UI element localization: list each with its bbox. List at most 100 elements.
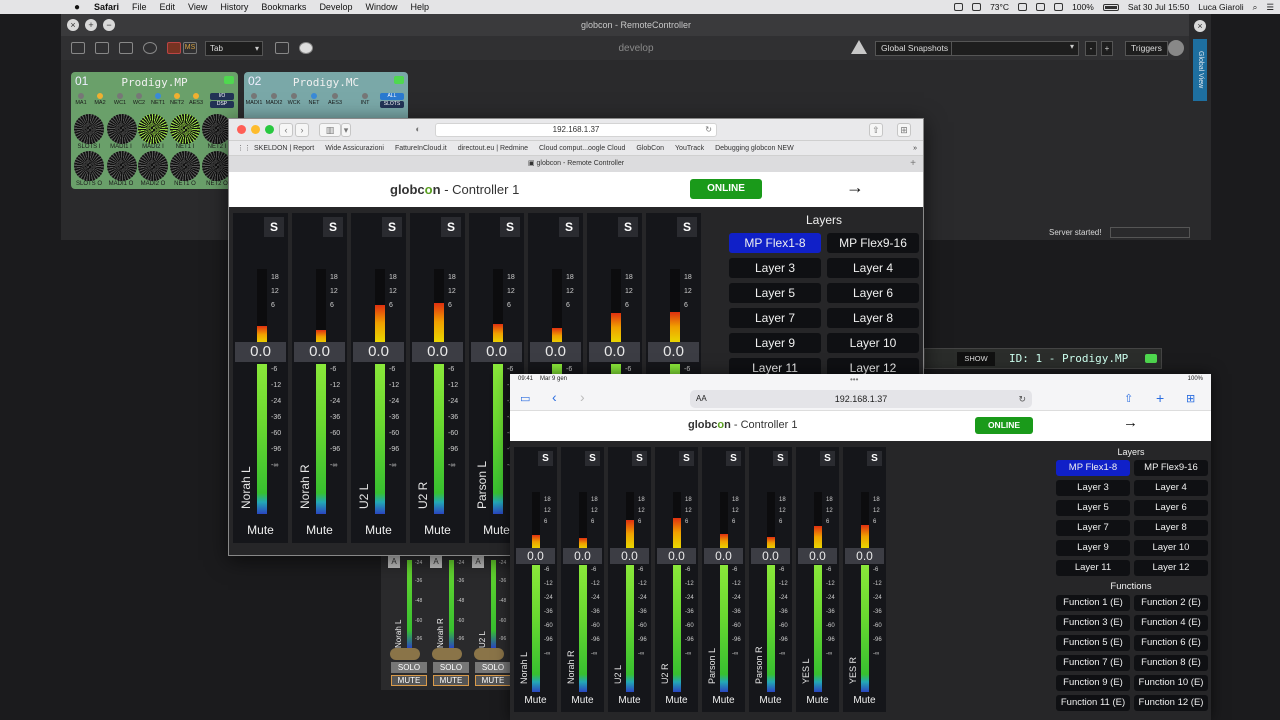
more-bookmarks-icon[interactable]: » (913, 145, 917, 152)
monitor-icon[interactable] (71, 42, 85, 54)
solo-button[interactable]: S (677, 217, 697, 237)
record-icon[interactable] (167, 42, 181, 54)
fader-value[interactable]: 0.0 (471, 342, 522, 362)
fader-level[interactable] (257, 364, 267, 514)
function-button[interactable]: Function 4 (E) (1134, 615, 1208, 631)
layer-button[interactable]: Layer 3 (729, 258, 821, 278)
fader-level[interactable] (861, 565, 869, 692)
function-button[interactable]: Function 2 (E) (1134, 595, 1208, 611)
next-arrow-icon[interactable]: → (846, 177, 864, 198)
layer-button[interactable]: Layer 4 (1134, 480, 1208, 496)
show-button[interactable]: SHOW (957, 352, 995, 366)
tab-select[interactable]: Tab (205, 40, 263, 56)
solo-button[interactable]: SOLO (475, 662, 511, 673)
apple-menu-icon[interactable]: ● (70, 2, 84, 13)
function-button[interactable]: Function 11 (E) (1056, 695, 1130, 711)
solo-button[interactable]: SOLO (391, 662, 427, 673)
solo-button[interactable]: S (585, 451, 600, 466)
bookmark-item[interactable]: Cloud comput...oogle Cloud (539, 145, 625, 152)
share-icon[interactable]: ⇧ (869, 123, 883, 137)
fader-value[interactable]: 0.0 (798, 548, 837, 564)
fader-level[interactable] (316, 364, 326, 514)
layer-button[interactable]: Layer 4 (827, 258, 919, 278)
pan-knob[interactable] (390, 648, 420, 660)
function-button[interactable]: Function 10 (E) (1134, 675, 1208, 691)
solo-button[interactable]: S (441, 217, 461, 237)
bookmark-item[interactable]: GlobCon (636, 145, 664, 152)
fader-level[interactable] (720, 565, 728, 692)
global-view-tab[interactable]: Global View (1193, 39, 1207, 101)
new-tab-icon[interactable]: + (1156, 390, 1164, 406)
fader-value[interactable]: 0.0 (845, 548, 884, 564)
mute-button[interactable]: Mute (608, 695, 651, 706)
layer-button[interactable]: Layer 6 (1134, 500, 1208, 516)
fader-value[interactable]: 0.0 (704, 548, 743, 564)
fader-level[interactable] (493, 364, 503, 514)
multitasking-dots-icon[interactable]: ••• (850, 375, 858, 384)
zoom-window-icon[interactable] (265, 125, 274, 134)
solo-button[interactable]: S (559, 217, 579, 237)
global-snapshots-select[interactable] (951, 41, 1079, 56)
bookmark-item[interactable]: Wide Assicurazioni (325, 145, 384, 152)
fader-level[interactable] (673, 565, 681, 692)
battery-percent[interactable]: 100% (1072, 2, 1094, 12)
bookmark-item[interactable]: SKELDON | Report (254, 145, 314, 152)
io-badge[interactable]: I/O (210, 93, 234, 100)
privacy-shield-icon[interactable]: ◐ (411, 123, 425, 137)
fader-value[interactable]: 0.0 (589, 342, 640, 362)
menu-bookmarks[interactable]: Bookmarks (261, 2, 306, 12)
auto-button[interactable]: A (388, 556, 400, 568)
reader-icon[interactable]: AA (696, 390, 707, 408)
layer-button[interactable]: Layer 9 (729, 333, 821, 353)
back-icon[interactable]: ‹ (552, 389, 557, 405)
mute-button[interactable]: Mute (410, 523, 465, 537)
solo-button[interactable]: S (867, 451, 882, 466)
mute-button[interactable]: Mute (514, 695, 557, 706)
tabs-overview-icon[interactable]: ⊞ (1186, 392, 1195, 405)
fader-value[interactable]: 0.0 (657, 548, 696, 564)
fader-level[interactable] (626, 565, 634, 692)
fader-value[interactable]: 0.0 (294, 342, 345, 362)
fader-value[interactable]: 0.0 (412, 342, 463, 362)
back-icon[interactable]: ‹ (279, 123, 293, 137)
fader-value[interactable]: 0.0 (530, 342, 581, 362)
layer-button[interactable]: Layer 10 (1134, 540, 1208, 556)
layer-button[interactable]: MP Flex1-8 (1056, 460, 1130, 476)
layer-button[interactable]: Layer 5 (1056, 500, 1130, 516)
solo-button[interactable]: S (323, 217, 343, 237)
safari-tab[interactable]: ▣ globcon - Remote Controller + (229, 156, 923, 172)
layer-button[interactable]: Layer 8 (827, 308, 919, 328)
slots-badge[interactable]: SLOTS (380, 101, 404, 108)
fader-value[interactable]: 0.0 (353, 342, 404, 362)
solo-button[interactable]: S (382, 217, 402, 237)
fader-value[interactable]: 0.0 (516, 548, 555, 564)
ms-icon[interactable]: MS (183, 42, 197, 54)
mute-button[interactable]: Mute (561, 695, 604, 706)
control-center-icon[interactable]: ☰ (1266, 2, 1274, 13)
menu-edit[interactable]: Edit (160, 2, 176, 12)
fader-level[interactable] (434, 364, 444, 514)
wifi-icon[interactable] (1054, 3, 1064, 11)
fader-value[interactable]: 0.0 (563, 548, 602, 564)
solo-button[interactable]: S (264, 217, 284, 237)
bookmarks-grid-icon[interactable]: ⋮⋮ (237, 144, 251, 152)
triggers-button[interactable]: Triggers (1125, 41, 1168, 56)
solo-button[interactable]: S (820, 451, 835, 466)
menu-app-name[interactable]: Safari (94, 2, 119, 12)
mute-button[interactable]: MUTE (391, 675, 427, 686)
all-badge[interactable]: ALL (380, 93, 404, 100)
sidebar-icon[interactable]: ▥ (319, 123, 341, 137)
bookmark-item[interactable]: YouTrack (675, 145, 704, 152)
sidebar-menu-chevron-icon[interactable]: ▾ (341, 123, 351, 137)
bookmark-item[interactable]: directout.eu | Redmine (458, 145, 528, 152)
bookmark-item[interactable]: Debugging globcon NEW (715, 145, 794, 152)
solo-button[interactable]: S (618, 217, 638, 237)
auto-button[interactable]: A (430, 556, 442, 568)
layer-button[interactable]: MP Flex1-8 (729, 233, 821, 253)
layer-button[interactable]: Layer 6 (827, 283, 919, 303)
solo-button[interactable]: S (632, 451, 647, 466)
battery-icon[interactable] (1102, 3, 1119, 11)
tray-app-icon[interactable] (954, 3, 964, 11)
function-button[interactable]: Function 6 (E) (1134, 635, 1208, 651)
layer-button[interactable]: Layer 9 (1056, 540, 1130, 556)
